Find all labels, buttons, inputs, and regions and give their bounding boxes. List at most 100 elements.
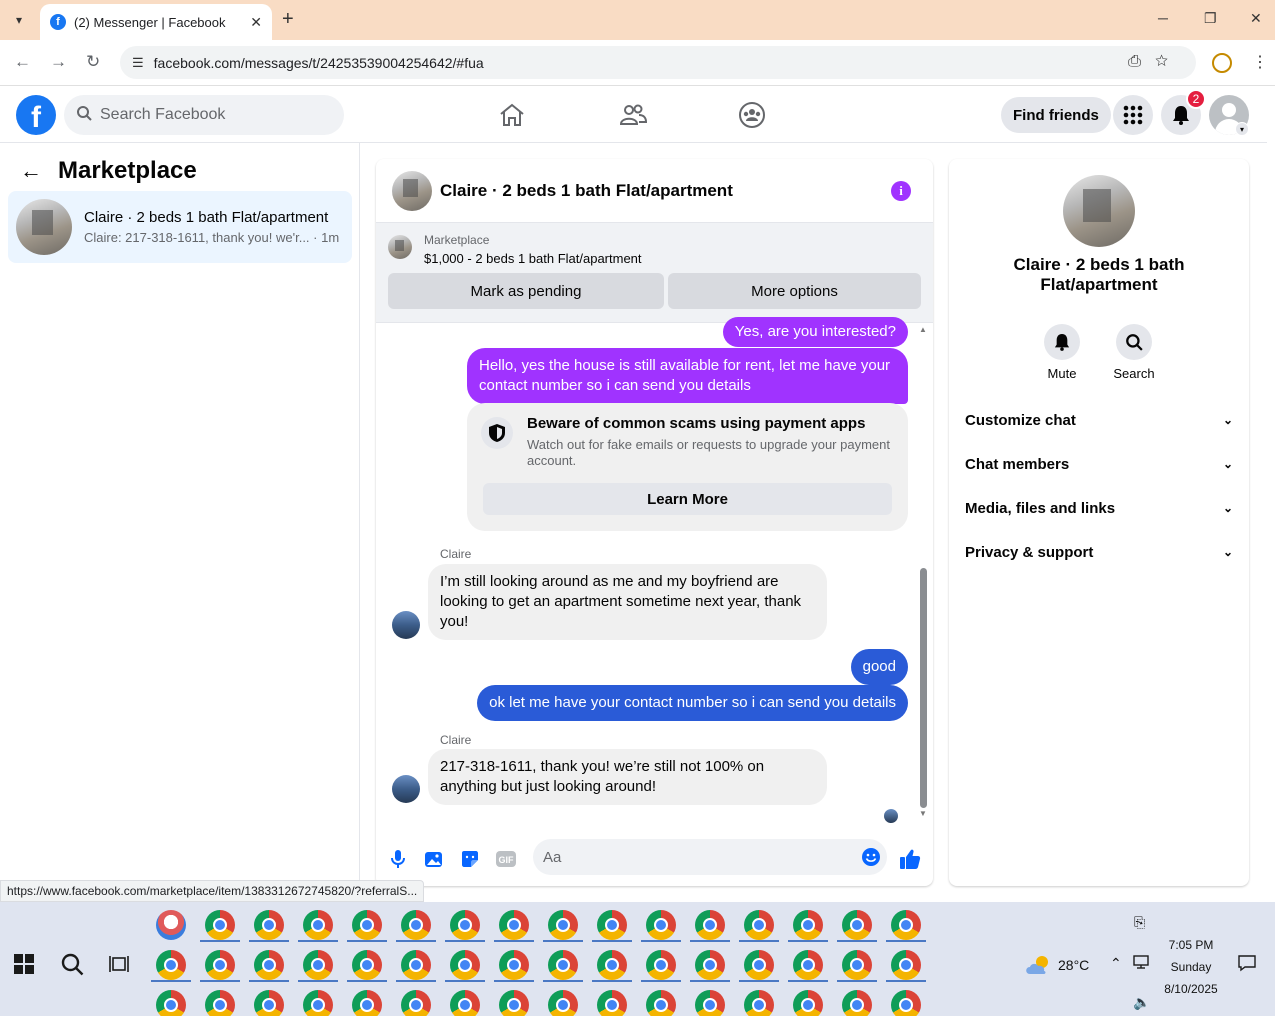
chrome-window-icon[interactable] (499, 950, 529, 980)
chrome-window-icon[interactable] (695, 950, 725, 980)
chrome-window-icon[interactable] (450, 990, 480, 1016)
message-list[interactable]: Yes, are you interested? Hello, yes the … (376, 317, 933, 823)
tray-chevron-up-icon[interactable]: ⌃ (1110, 955, 1122, 972)
network-icon[interactable] (1133, 954, 1151, 973)
tab-close-icon[interactable]: ✕ (250, 14, 262, 31)
search-input[interactable] (100, 106, 320, 124)
scroll-up-icon[interactable]: ▲ (919, 325, 927, 334)
friends-icon[interactable] (618, 100, 648, 130)
browser-profile-icon[interactable] (1212, 53, 1232, 73)
like-thumb-icon[interactable] (898, 847, 922, 871)
url-field[interactable]: ☰ facebook.com/messages/t/24253539004254… (120, 46, 1196, 79)
chrome-window-icon[interactable] (303, 910, 333, 940)
back-arrow-icon[interactable]: ← (20, 158, 42, 184)
chrome-window-icon[interactable] (254, 910, 284, 940)
search-icon[interactable] (1116, 324, 1152, 360)
chrome-window-icon[interactable] (352, 990, 382, 1016)
chrome-window-icon[interactable] (793, 990, 823, 1016)
photo-icon[interactable] (422, 847, 446, 871)
weather-widget[interactable]: 28°C (1024, 954, 1089, 976)
chrome-window-icon[interactable] (499, 990, 529, 1016)
chrome-window-icon[interactable] (205, 990, 235, 1016)
scroll-down-icon[interactable]: ▼ (919, 809, 927, 818)
chat-thumbnail[interactable] (392, 170, 432, 211)
chrome-window-icon[interactable] (401, 950, 431, 980)
minimize-button[interactable]: ─ (1158, 10, 1168, 26)
gif-icon[interactable]: GIF (494, 847, 518, 871)
chrome-window-icon[interactable] (744, 990, 774, 1016)
conversation-item[interactable]: Claire · 2 beds 1 bath Flat/apartment Cl… (8, 191, 352, 263)
site-info-icon[interactable]: ☰ (132, 55, 144, 71)
chrome-window-icon[interactable] (401, 910, 431, 940)
microphone-icon[interactable] (386, 847, 410, 871)
facebook-logo-icon[interactable]: f (16, 95, 56, 135)
new-tab-button[interactable]: + (282, 8, 294, 31)
emoji-icon[interactable] (861, 847, 881, 870)
chrome-window-icon[interactable] (891, 910, 921, 940)
customize-chat-section[interactable]: Customize chat ⌄ (965, 404, 1233, 436)
info-icon[interactable]: i (891, 181, 911, 201)
chrome-window-icon[interactable] (156, 950, 186, 980)
chrome-window-icon[interactable] (842, 910, 872, 940)
reload-icon[interactable]: ↻ (86, 52, 100, 72)
pinned-app-icon[interactable] (156, 910, 186, 940)
privacy-support-section[interactable]: Privacy & support ⌄ (965, 536, 1233, 568)
mark-as-pending-button[interactable]: Mark as pending (388, 273, 664, 309)
taskbar-search-icon[interactable] (60, 952, 84, 979)
groups-icon[interactable] (737, 100, 767, 130)
find-friends-button[interactable]: Find friends (1001, 97, 1111, 133)
bookmark-star-icon[interactable]: ☆ (1155, 53, 1182, 70)
chrome-window-icon[interactable] (597, 910, 627, 940)
chrome-window-icon[interactable] (646, 950, 676, 980)
chrome-window-icon[interactable] (842, 950, 872, 980)
chrome-window-icon[interactable] (450, 950, 480, 980)
tab-search-button[interactable]: ▾ (6, 8, 32, 32)
chrome-window-icon[interactable] (646, 990, 676, 1016)
chrome-window-icon[interactable] (597, 990, 627, 1016)
windows-start-icon[interactable] (14, 954, 34, 977)
search-action[interactable]: Search (1104, 324, 1164, 381)
task-view-icon[interactable] (109, 954, 129, 977)
message-input-box[interactable] (533, 839, 887, 875)
chrome-window-icon[interactable] (548, 950, 578, 980)
back-icon[interactable]: ← (14, 52, 31, 72)
learn-more-button[interactable]: Learn More (483, 483, 892, 515)
chrome-window-icon[interactable] (646, 910, 676, 940)
forward-icon[interactable]: → (50, 52, 67, 72)
install-app-icon[interactable]: ⎙ (1128, 53, 1155, 70)
message-input[interactable] (543, 848, 843, 866)
chrome-window-icon[interactable] (352, 950, 382, 980)
chrome-window-icon[interactable] (352, 910, 382, 940)
chrome-window-icon[interactable] (793, 950, 823, 980)
menu-grid-icon[interactable] (1113, 95, 1153, 135)
taskbar-clock[interactable]: 7:05 PM Sunday 8/10/2025 (1160, 934, 1222, 1000)
browser-tab[interactable]: f (2) Messenger | Facebook ✕ (40, 4, 272, 40)
chrome-window-icon[interactable] (548, 910, 578, 940)
scrollbar-thumb[interactable] (920, 568, 927, 808)
volume-icon[interactable]: 🔈 (1133, 994, 1150, 1011)
chrome-window-icon[interactable] (401, 990, 431, 1016)
sticker-icon[interactable] (458, 847, 482, 871)
chrome-window-icon[interactable] (499, 910, 529, 940)
chrome-window-icon[interactable] (254, 990, 284, 1016)
chrome-window-icon[interactable] (205, 950, 235, 980)
meet-now-icon[interactable]: ⎘ (1134, 914, 1145, 931)
account-chevron-icon[interactable]: ▾ (1235, 122, 1249, 136)
contact-avatar[interactable] (392, 611, 420, 639)
notification-center-icon[interactable] (1237, 954, 1257, 975)
chrome-window-icon[interactable] (842, 990, 872, 1016)
bell-icon[interactable] (1044, 324, 1080, 360)
restore-button[interactable]: ❐ (1204, 10, 1217, 27)
chrome-window-icon[interactable] (548, 990, 578, 1016)
mute-action[interactable]: Mute (1032, 324, 1092, 381)
chrome-window-icon[interactable] (744, 950, 774, 980)
chrome-window-icon[interactable] (205, 910, 235, 940)
chrome-window-icon[interactable] (450, 910, 480, 940)
chrome-window-icon[interactable] (156, 990, 186, 1016)
chrome-window-icon[interactable] (793, 910, 823, 940)
chrome-window-icon[interactable] (695, 990, 725, 1016)
contact-avatar[interactable] (392, 775, 420, 803)
chrome-window-icon[interactable] (891, 950, 921, 980)
chrome-window-icon[interactable] (254, 950, 284, 980)
browser-menu-icon[interactable]: ⋮ (1252, 52, 1268, 72)
